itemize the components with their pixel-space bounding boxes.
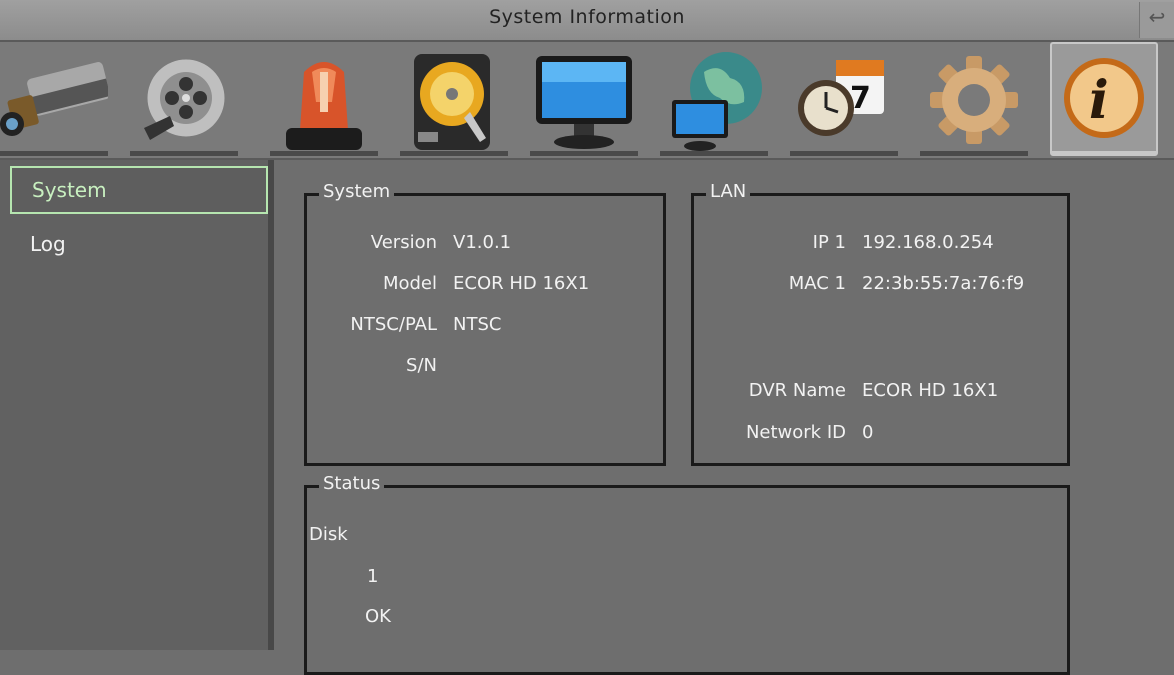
network-id-value: 0 <box>862 422 874 443</box>
record-reel-icon[interactable] <box>130 42 238 156</box>
dvr-name-value: ECOR HD 16X1 <box>862 380 999 401</box>
settings-gear-icon[interactable] <box>920 42 1028 156</box>
model-value: ECOR HD 16X1 <box>453 273 590 294</box>
corner-arrow-icon[interactable]: ↩ <box>1139 2 1174 38</box>
ntsc-pal-value: NTSC <box>453 314 502 335</box>
title-bar: System Information ↩ <box>0 0 1174 42</box>
display-icon[interactable] <box>530 42 638 156</box>
model-label: Model <box>382 273 437 294</box>
sidebar-item-system[interactable]: System <box>10 166 268 214</box>
icon-toolbar: 7 i <box>0 42 1174 160</box>
disk-status: OK <box>365 606 391 627</box>
lan-panel: LAN IP 1 192.168.0.254 MAC 1 22:3b:55:7a… <box>691 181 1070 466</box>
system-panel: System Version V1.0.1 Model ECOR HD 16X1… <box>304 181 666 466</box>
serial-label: S/N <box>406 355 437 376</box>
sidebar: System Log <box>0 160 274 650</box>
mac-label: MAC 1 <box>788 273 846 294</box>
version-label: Version <box>370 232 437 253</box>
alarm-icon[interactable] <box>270 42 378 156</box>
mac-value: 22:3b:55:7a:76:f9 <box>862 273 1025 294</box>
schedule-icon[interactable]: 7 <box>790 42 898 156</box>
network-icon[interactable] <box>660 42 768 156</box>
window-title: System Information <box>489 6 685 28</box>
network-id-label: Network ID <box>745 422 846 443</box>
ip-label: IP 1 <box>812 232 846 253</box>
status-legend: Status <box>319 473 385 494</box>
disk-label: Disk <box>309 524 348 545</box>
ip-value: 192.168.0.254 <box>862 232 994 253</box>
sidebar-item-log[interactable]: Log <box>10 222 268 270</box>
version-value: V1.0.1 <box>453 232 512 253</box>
dvr-name-label: DVR Name <box>748 380 846 401</box>
status-panel: Status Disk 1 OK <box>304 473 1070 675</box>
disk-number: 1 <box>367 566 379 587</box>
lan-legend: LAN <box>706 181 751 202</box>
ntsc-pal-label: NTSC/PAL <box>350 314 437 335</box>
system-legend: System <box>319 181 395 202</box>
svg-text:i: i <box>1089 70 1109 131</box>
camera-icon[interactable] <box>0 42 108 156</box>
disk-icon[interactable] <box>400 42 508 156</box>
info-icon[interactable]: i <box>1050 42 1158 156</box>
